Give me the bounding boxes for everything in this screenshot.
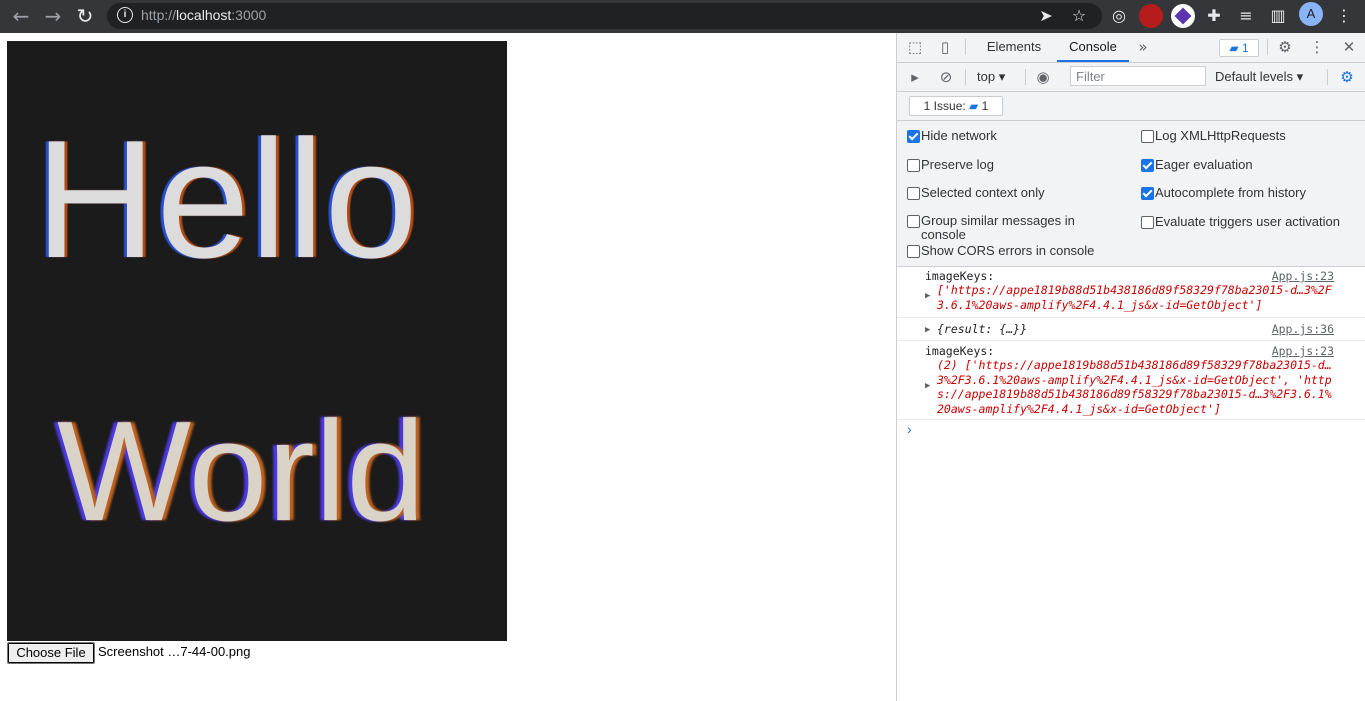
sidebar-toggle-icon[interactable]: ▸ [903, 63, 927, 91]
profile-avatar[interactable]: A [1299, 2, 1323, 26]
log-levels-dropdown[interactable]: Default levels ▾ [1215, 63, 1303, 91]
option-label: Group similar messages in console [921, 213, 1075, 242]
console-settings-pane: Hide network Preserve log Selected conte… [897, 121, 1365, 267]
context-selector[interactable]: top ▾ [977, 63, 1005, 91]
browser-menu-icon[interactable]: ⋮ [1331, 3, 1357, 29]
hide-network-checkbox[interactable] [907, 130, 920, 143]
separator [1267, 39, 1268, 55]
console-message: imageKeys: App.js:23 ▶ ['https://appe181… [897, 267, 1365, 318]
separator [1025, 69, 1026, 85]
filter-input[interactable]: Filter [1070, 66, 1206, 86]
more-options-icon[interactable]: ⋮ [1305, 33, 1329, 61]
message-label: imageKeys: [925, 344, 995, 358]
message-icon: ▰ [969, 99, 979, 113]
message-value[interactable]: (2) ['https://appe1819b88d51b438186d89f5… [937, 358, 1337, 416]
console-prompt[interactable]: › [907, 421, 912, 437]
group-similar-checkbox[interactable] [907, 215, 920, 228]
issues-badge-count: 1 [1241, 41, 1249, 55]
tab-console[interactable]: Console [1057, 33, 1129, 62]
address-bar[interactable]: i http://localhost:3000 [107, 3, 1102, 29]
settings-gear-icon[interactable]: ⚙ [1273, 33, 1297, 61]
console-message: imageKeys: App.js:23 ▶ (2) ['https://app… [897, 341, 1365, 420]
preserve-log-checkbox[interactable] [907, 159, 920, 172]
live-expression-eye-icon[interactable]: ◉ [1031, 63, 1055, 91]
expand-triangle-icon[interactable]: ▶ [925, 291, 930, 301]
message-source-link[interactable]: App.js:23 [1272, 344, 1334, 358]
url-port: :3000 [231, 7, 267, 23]
uploaded-image: Hello World [7, 41, 507, 641]
console-toolbar: ▸ ⊘ top ▾ ◉ Filter Default levels ▾ ⚙ [897, 63, 1365, 92]
url-text[interactable]: http://localhost:3000 [141, 7, 266, 23]
issues-bar: 1 Issue: ▰ 1 [897, 92, 1365, 121]
back-arrow-icon[interactable]: ← [7, 2, 35, 30]
tab-elements[interactable]: Elements [977, 33, 1051, 62]
chosen-file-name: Screenshot …7-44-00.png [98, 644, 251, 659]
levels-label: Default levels [1215, 69, 1294, 84]
option-label: Selected context only [921, 185, 1045, 200]
choose-file-button[interactable]: Choose File [7, 642, 95, 664]
separator [965, 39, 966, 55]
expand-triangle-icon[interactable]: ▶ [925, 325, 930, 335]
extension-target-icon[interactable]: ◎ [1106, 3, 1132, 29]
forward-arrow-icon[interactable]: → [39, 2, 67, 30]
image-text-world: World [57, 392, 426, 551]
option-label: Preserve log [921, 157, 994, 172]
expand-triangle-icon[interactable]: ▶ [925, 381, 930, 391]
dropdown-arrow-icon: ▾ [1296, 69, 1304, 84]
separator [965, 69, 966, 85]
message-icon: ▰ [1229, 41, 1239, 55]
separator [1327, 69, 1328, 85]
console-settings-gear-icon[interactable]: ⚙ [1335, 63, 1359, 91]
close-icon[interactable]: ✕ [1337, 33, 1361, 61]
url-host: localhost [176, 7, 232, 23]
selected-context-checkbox[interactable] [907, 187, 920, 200]
browser-toolbar: ← → ↻ i http://localhost:3000 ➤ ☆ ◎ ✚ ≡ … [0, 0, 1365, 33]
eager-evaluation-checkbox[interactable] [1141, 159, 1154, 172]
extensions-puzzle-icon[interactable]: ✚ [1201, 3, 1227, 29]
message-source-link[interactable]: App.js:23 [1272, 269, 1334, 283]
more-tabs-icon[interactable]: » [1131, 33, 1155, 61]
issues-count: 1 [981, 99, 989, 113]
message-label: imageKeys: [925, 269, 995, 283]
issues-button[interactable]: 1 Issue: ▰ 1 [909, 96, 1003, 116]
devtools-tab-bar: ⬚ ▯ Elements Console » ▰ 1 ⚙ ⋮ ✕ [897, 33, 1365, 63]
option-label: Hide network [921, 128, 997, 143]
image-text-hello: Hello [35, 105, 418, 293]
dropdown-arrow-icon: ▾ [998, 69, 1006, 84]
send-icon[interactable]: ➤ [1033, 3, 1059, 29]
option-label: Show CORS errors in console [921, 243, 1095, 258]
inspect-element-icon[interactable]: ⬚ [903, 33, 927, 61]
autocomplete-checkbox[interactable] [1141, 187, 1154, 200]
side-panel-icon[interactable]: ▥ [1265, 3, 1291, 29]
bookmark-star-icon[interactable]: ☆ [1066, 3, 1092, 29]
evaluate-triggers-checkbox[interactable] [1141, 216, 1154, 229]
url-scheme: http:// [141, 7, 177, 23]
site-info-icon[interactable]: i [117, 7, 133, 23]
message-value[interactable]: ['https://appe1819b88d51b438186d89f58329… [937, 283, 1337, 312]
media-queue-icon[interactable]: ≡ [1233, 3, 1259, 29]
devtools-panel: ⬚ ▯ Elements Console » ▰ 1 ⚙ ⋮ ✕ ▸ ⊘ top… [896, 33, 1365, 701]
show-cors-checkbox[interactable] [907, 245, 920, 258]
reload-icon[interactable]: ↻ [71, 2, 99, 30]
context-label: top [977, 69, 996, 84]
option-label: Evaluate triggers user activation [1155, 214, 1340, 229]
clear-console-icon[interactable]: ⊘ [934, 63, 958, 91]
console-message: App.js:36 ▶ {result: {…}} [897, 318, 1365, 341]
message-value[interactable]: {result: {…}} [937, 322, 1337, 337]
option-label: Eager evaluation [1155, 157, 1253, 172]
device-toolbar-icon[interactable]: ▯ [933, 33, 957, 61]
option-label: Autocomplete from history [1155, 185, 1307, 200]
issues-badge[interactable]: ▰ 1 [1219, 39, 1259, 57]
issues-label: 1 Issue: [923, 99, 966, 113]
option-label: Log XMLHttpRequests [1155, 128, 1286, 143]
extension-diamond-icon[interactable] [1171, 4, 1195, 28]
log-xhr-checkbox[interactable] [1141, 130, 1154, 143]
extension-red-icon[interactable] [1139, 4, 1163, 28]
